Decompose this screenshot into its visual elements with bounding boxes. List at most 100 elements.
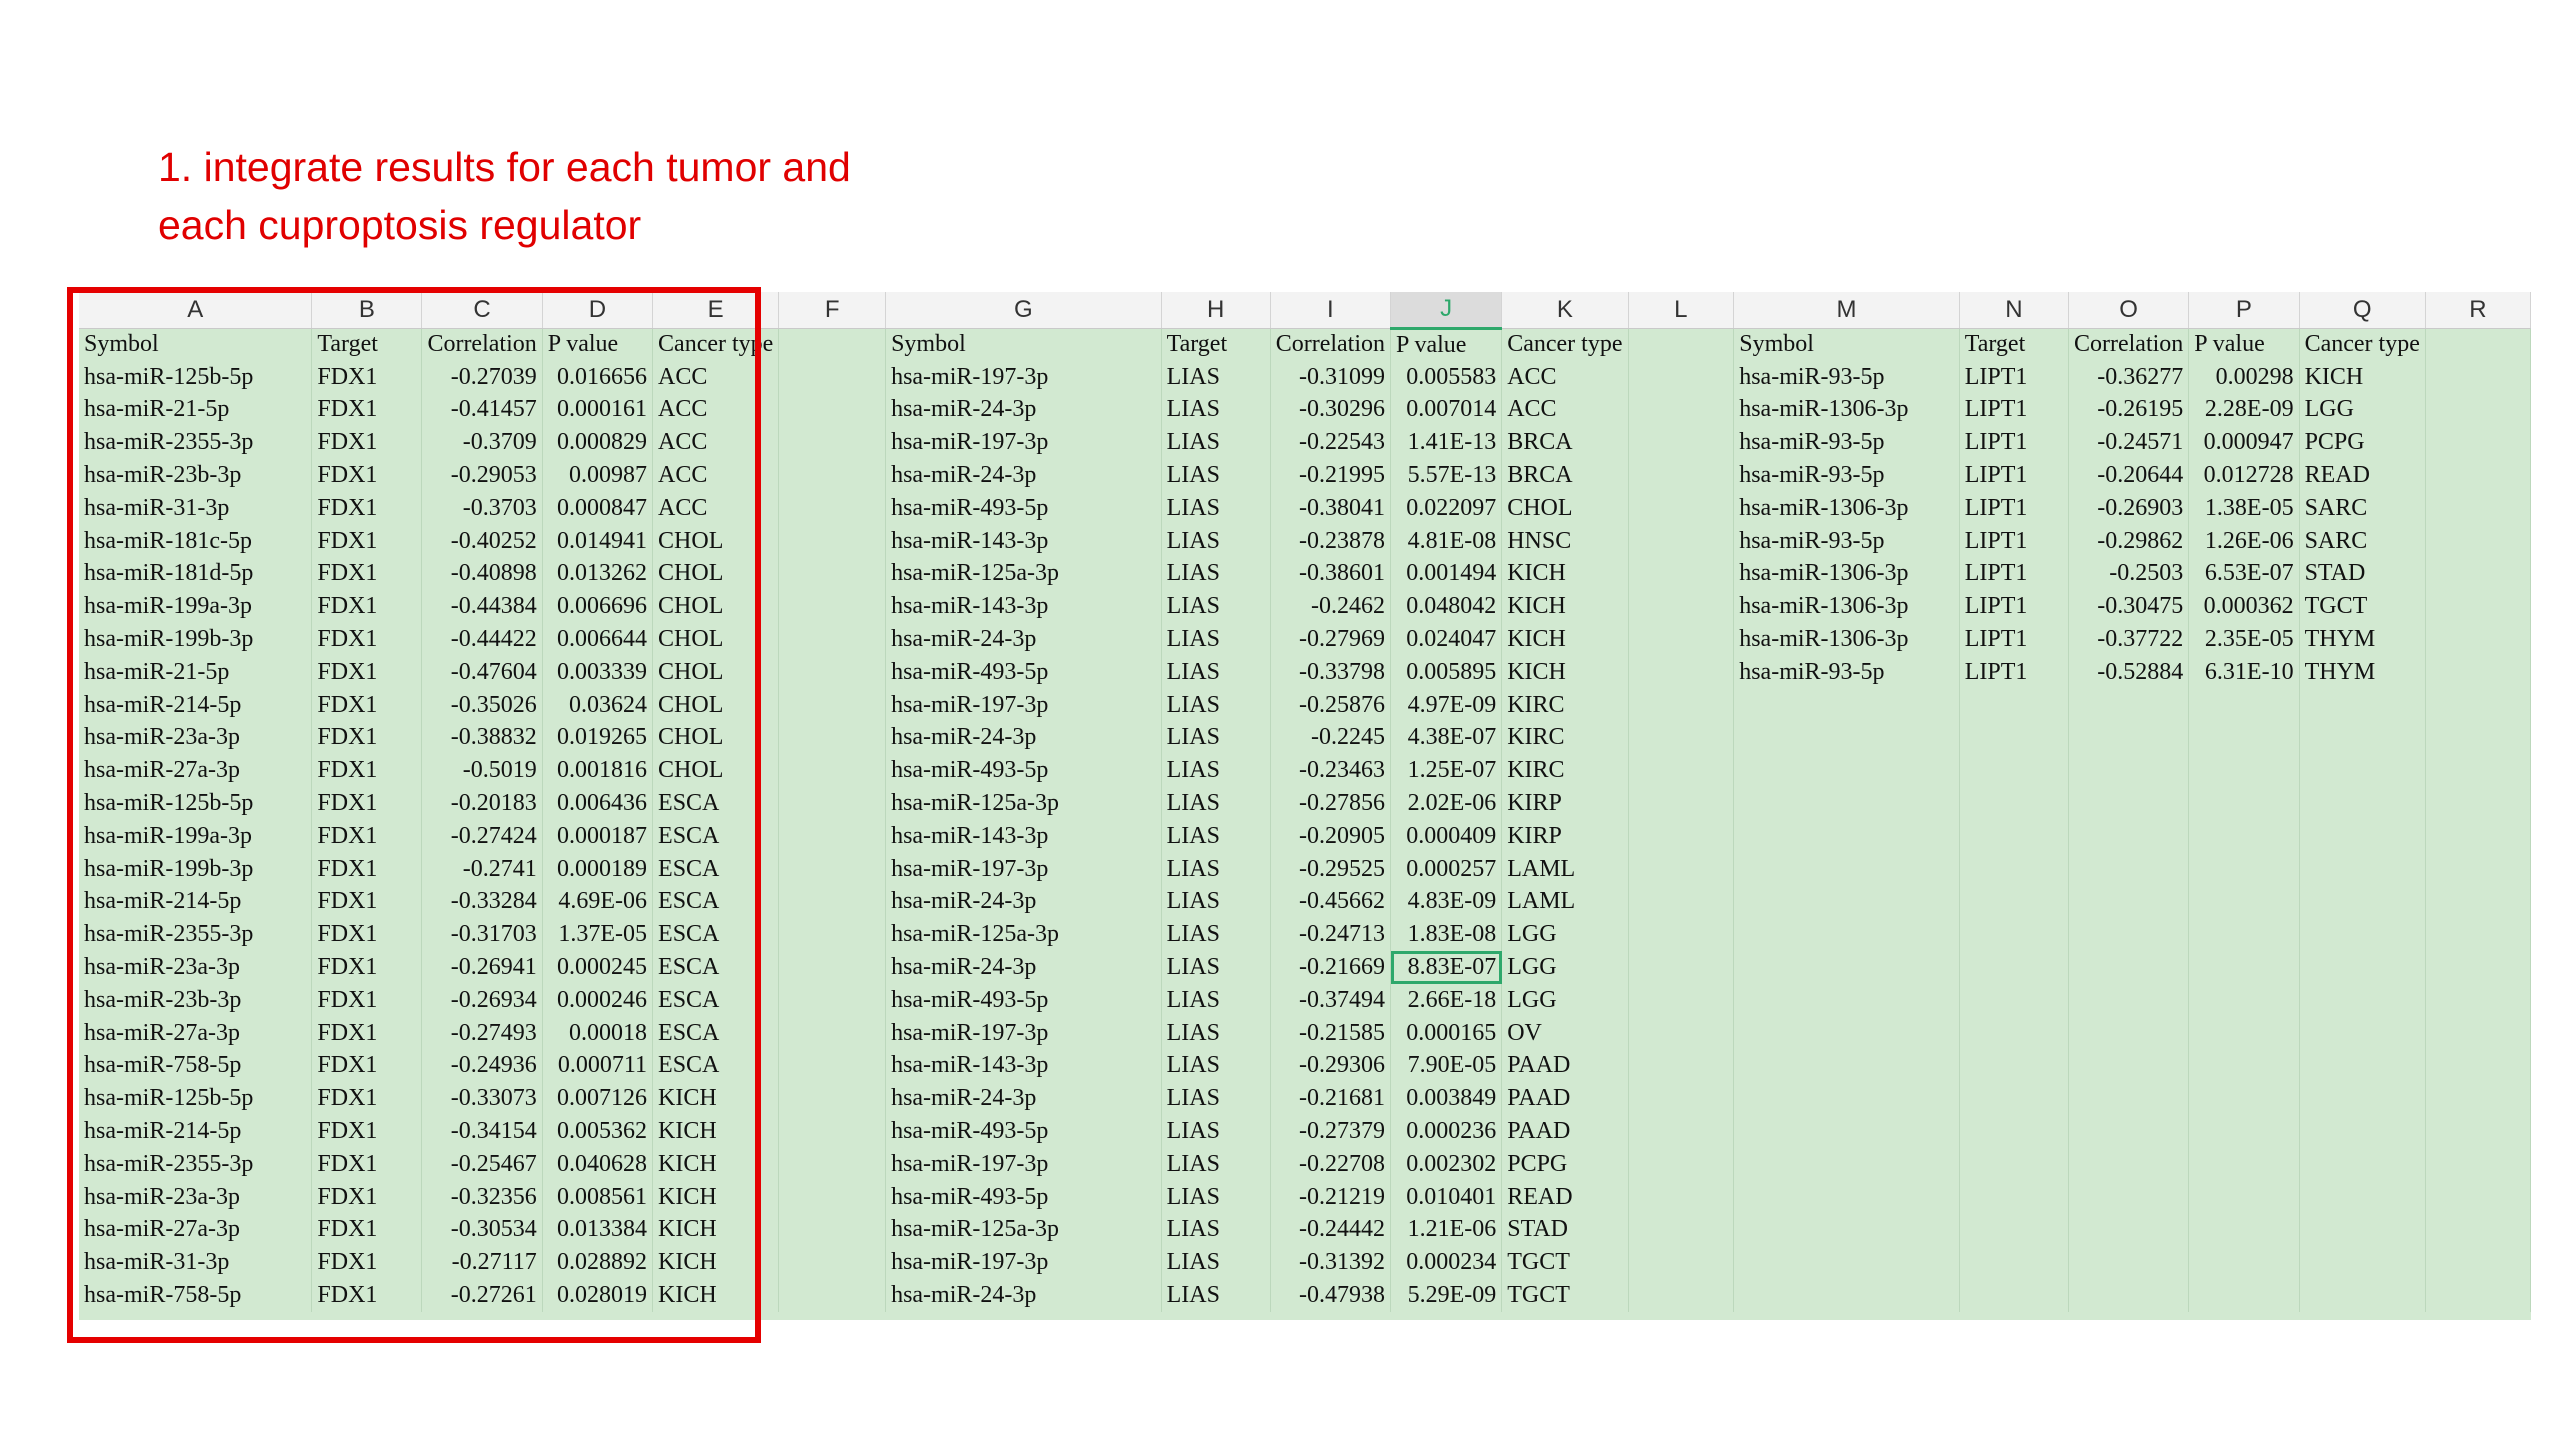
- table-cell[interactable]: -0.22543: [1270, 426, 1392, 460]
- table-cell[interactable]: LIPT1: [1959, 524, 2069, 558]
- table-cell[interactable]: 0.000947: [2188, 426, 2300, 460]
- table-cell[interactable]: [1959, 1147, 2069, 1181]
- table-cell[interactable]: [1959, 885, 2069, 919]
- table-cell[interactable]: [2068, 983, 2190, 1017]
- table-cell[interactable]: LIAS: [1161, 983, 1271, 1017]
- table-cell[interactable]: KICH: [652, 1279, 780, 1312]
- table-cell[interactable]: hsa-miR-93-5p: [1733, 655, 1960, 689]
- table-cell[interactable]: [1628, 688, 1735, 722]
- column-header-c[interactable]: C: [421, 292, 543, 329]
- table-cell[interactable]: [2188, 1279, 2300, 1312]
- table-cell[interactable]: ESCA: [652, 787, 780, 820]
- table-cell[interactable]: FDX1: [311, 983, 423, 1017]
- table-cell[interactable]: [778, 1147, 887, 1181]
- table-cell[interactable]: [778, 1213, 887, 1247]
- table-cell[interactable]: READ: [1501, 1180, 1629, 1214]
- table-cell[interactable]: 0.003849: [1390, 1082, 1503, 1116]
- column-header-l[interactable]: L: [1628, 292, 1735, 329]
- table-cell[interactable]: ESCA: [652, 1049, 780, 1083]
- table-cell[interactable]: [1628, 1115, 1735, 1148]
- table-cell[interactable]: 0.006696: [542, 590, 654, 624]
- table-cell[interactable]: FDX1: [311, 655, 423, 689]
- table-cell[interactable]: [2425, 951, 2531, 984]
- table-cell[interactable]: hsa-miR-23b-3p: [79, 459, 313, 492]
- table-cell[interactable]: hsa-miR-27a-3p: [79, 754, 313, 788]
- table-cell[interactable]: LIAS: [1161, 688, 1271, 722]
- table-cell[interactable]: hsa-miR-214-5p: [79, 1115, 313, 1148]
- table-cell[interactable]: FDX1: [311, 754, 423, 788]
- table-cell[interactable]: [2068, 1147, 2190, 1181]
- table-cell[interactable]: FDX1: [311, 426, 423, 460]
- table-cell[interactable]: 0.003339: [542, 655, 654, 689]
- table-cell[interactable]: LIAS: [1161, 1180, 1271, 1214]
- table-cell[interactable]: 1.83E-08: [1390, 918, 1503, 952]
- table-cell[interactable]: FDX1: [311, 459, 423, 492]
- table-cell[interactable]: SARC: [2299, 491, 2426, 525]
- table-cell[interactable]: FDX1: [311, 1246, 423, 1280]
- table-cell[interactable]: -0.25467: [421, 1147, 543, 1181]
- table-cell[interactable]: hsa-miR-197-3p: [885, 688, 1162, 722]
- table-cell[interactable]: [1628, 819, 1735, 853]
- table-cell[interactable]: [2299, 1115, 2426, 1148]
- table-cell[interactable]: KICH: [1501, 557, 1629, 591]
- table-cell[interactable]: KIRP: [1501, 787, 1629, 820]
- table-cell[interactable]: [2299, 852, 2426, 886]
- table-cell[interactable]: ACC: [1501, 393, 1629, 427]
- table-cell[interactable]: [1959, 1213, 2069, 1247]
- table-cell[interactable]: ESCA: [652, 951, 780, 984]
- table-cell[interactable]: [1959, 951, 2069, 984]
- table-cell[interactable]: [1733, 951, 1960, 984]
- table-cell[interactable]: LIAS: [1161, 360, 1271, 394]
- table-cell[interactable]: LIAS: [1161, 557, 1271, 591]
- table-cell[interactable]: [778, 1246, 887, 1280]
- table-cell[interactable]: [1628, 754, 1735, 788]
- table-cell[interactable]: PAAD: [1501, 1115, 1629, 1148]
- table-cell[interactable]: -0.47938: [1270, 1279, 1392, 1312]
- table-cell[interactable]: [1959, 918, 2069, 952]
- table-cell[interactable]: [2299, 787, 2426, 820]
- table-cell[interactable]: hsa-miR-93-5p: [1733, 459, 1960, 492]
- table-cell[interactable]: KIRC: [1501, 721, 1629, 755]
- table-cell[interactable]: KIRC: [1501, 688, 1629, 722]
- table-cell[interactable]: [1628, 787, 1735, 820]
- table-cell[interactable]: hsa-miR-493-5p: [885, 754, 1162, 788]
- table-cell[interactable]: hsa-miR-24-3p: [885, 951, 1162, 984]
- table-cell[interactable]: [1628, 426, 1735, 460]
- header-cell[interactable]: Symbol: [79, 328, 313, 361]
- table-cell[interactable]: LGG: [2299, 393, 2426, 427]
- table-cell[interactable]: -0.20644: [2068, 459, 2190, 492]
- table-cell[interactable]: 1.37E-05: [542, 918, 654, 952]
- column-header-b[interactable]: B: [311, 292, 423, 329]
- table-cell[interactable]: 0.022097: [1390, 491, 1503, 525]
- table-cell[interactable]: -0.31703: [421, 918, 543, 952]
- table-cell[interactable]: ACC: [1501, 360, 1629, 394]
- table-cell[interactable]: LIAS: [1161, 393, 1271, 427]
- header-cell[interactable]: Target: [1959, 328, 2069, 361]
- table-cell[interactable]: LIAS: [1161, 885, 1271, 919]
- table-cell[interactable]: ESCA: [652, 1016, 780, 1050]
- table-cell[interactable]: -0.38041: [1270, 491, 1392, 525]
- table-cell[interactable]: [778, 983, 887, 1017]
- table-cell[interactable]: -0.29525: [1270, 852, 1392, 886]
- table-cell[interactable]: FDX1: [311, 1016, 423, 1050]
- table-cell[interactable]: [2068, 852, 2190, 886]
- table-cell[interactable]: FDX1: [311, 1279, 423, 1312]
- table-cell[interactable]: 0.00018: [542, 1016, 654, 1050]
- table-cell[interactable]: FDX1: [311, 623, 423, 656]
- table-cell[interactable]: -0.2741: [421, 852, 543, 886]
- table-cell[interactable]: FDX1: [311, 491, 423, 525]
- table-cell[interactable]: [778, 360, 887, 394]
- table-cell[interactable]: [1733, 1180, 1960, 1214]
- table-cell[interactable]: [2188, 721, 2300, 755]
- table-cell[interactable]: FDX1: [311, 1115, 423, 1148]
- table-cell[interactable]: 0.006436: [542, 787, 654, 820]
- table-cell[interactable]: [2299, 1180, 2426, 1214]
- column-header-a[interactable]: A: [79, 292, 313, 329]
- table-cell[interactable]: -0.29306: [1270, 1049, 1392, 1083]
- table-cell[interactable]: 4.38E-07: [1390, 721, 1503, 755]
- column-header-j[interactable]: J: [1390, 292, 1503, 330]
- table-cell[interactable]: [1959, 721, 2069, 755]
- table-cell[interactable]: [1628, 393, 1735, 427]
- table-cell[interactable]: 6.31E-10: [2188, 655, 2300, 689]
- table-cell[interactable]: -0.34154: [421, 1115, 543, 1148]
